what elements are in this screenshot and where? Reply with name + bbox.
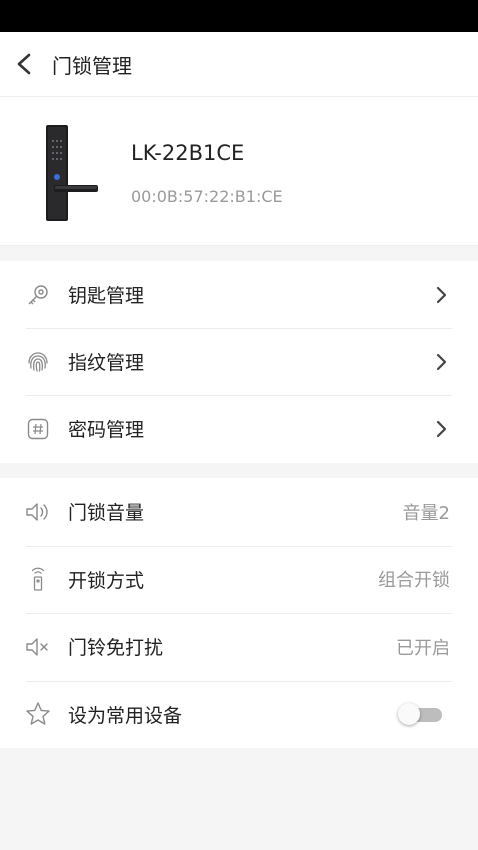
setting-lock-volume[interactable]: 门锁音量 音量2: [0, 478, 478, 546]
device-card: LK-22B1CE 00:0B:57:22:B1:CE: [0, 96, 478, 246]
page-title: 门锁管理: [52, 53, 132, 78]
menu-item-key-management[interactable]: 钥匙管理: [0, 261, 478, 328]
setting-value: 已开启: [396, 637, 450, 659]
chevron-right-icon: [436, 353, 447, 370]
setting-favorite-device: 设为常用设备: [0, 680, 478, 749]
favorite-device-toggle[interactable]: [398, 703, 444, 726]
star-icon: [24, 700, 52, 728]
chevron-right-icon: [436, 420, 447, 437]
chevron-left-icon: [17, 53, 31, 75]
chevron-right-icon: [436, 286, 447, 303]
device-name: LK-22B1CE: [131, 141, 245, 165]
menu-item-label: 钥匙管理: [68, 285, 145, 307]
key-icon: [24, 281, 52, 309]
menu-item-label: 密码管理: [68, 419, 145, 441]
setting-label: 门锁音量: [68, 502, 145, 525]
management-menu: 钥匙管理 指纹管理 密码管理: [0, 261, 478, 463]
mute-icon: [24, 633, 52, 661]
unlock-mode-icon: [24, 565, 52, 593]
door-lock-image: [46, 125, 98, 221]
menu-item-label: 指纹管理: [68, 352, 145, 374]
setting-label: 开锁方式: [68, 569, 145, 592]
volume-icon: [24, 498, 52, 526]
menu-item-fingerprint-management[interactable]: 指纹管理: [0, 328, 478, 395]
menu-item-password-management[interactable]: 密码管理: [0, 395, 478, 462]
device-mac-address: 00:0B:57:22:B1:CE: [131, 187, 283, 206]
setting-doorbell-dnd[interactable]: 门铃免打扰 已开启: [0, 613, 478, 681]
settings-list: 门锁音量 音量2 开锁方式 组合开锁 门铃免打扰 已开启 设为常用设备: [0, 478, 478, 748]
setting-value: 组合开锁: [378, 570, 450, 592]
fingerprint-icon: [24, 348, 52, 376]
password-icon: [24, 415, 52, 443]
setting-unlock-mode[interactable]: 开锁方式 组合开锁: [0, 545, 478, 614]
setting-label: 门铃免打扰: [68, 637, 164, 660]
nav-bar: 门锁管理: [0, 32, 478, 96]
setting-label: 设为常用设备: [68, 704, 183, 727]
setting-value: 音量2: [402, 502, 450, 524]
back-button[interactable]: [0, 32, 48, 96]
status-bar: [0, 0, 478, 32]
